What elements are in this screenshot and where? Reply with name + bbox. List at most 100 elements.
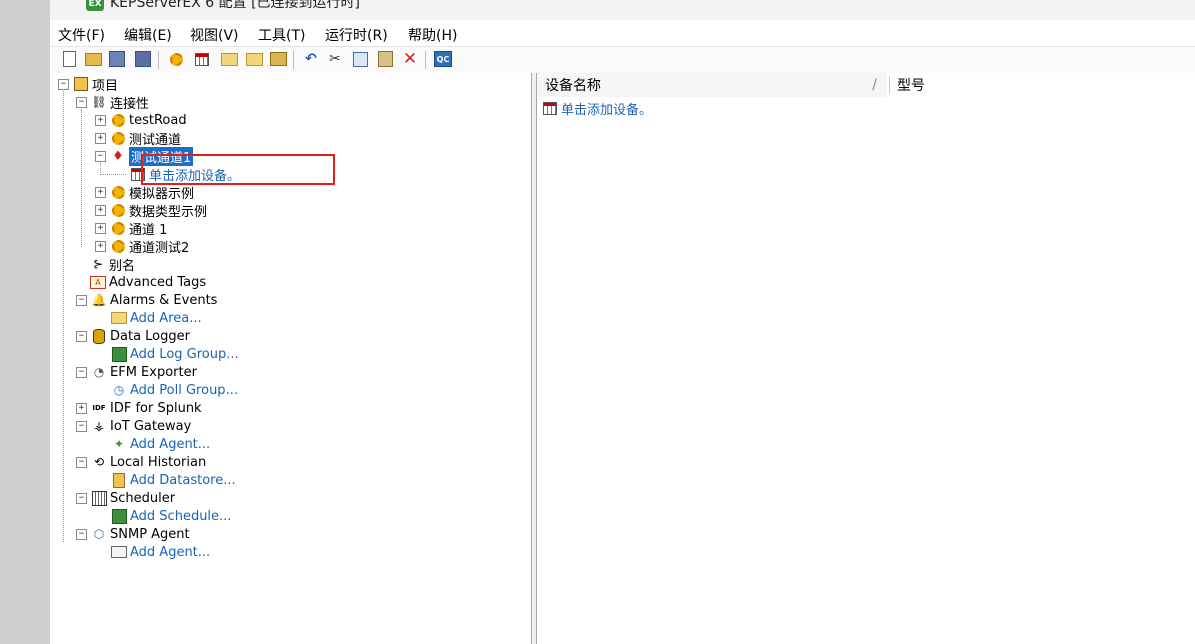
menu-help[interactable]: 帮助(H) [408, 25, 457, 45]
new-project-button[interactable] [60, 50, 78, 68]
log-group-icon [111, 346, 127, 362]
expand-icon[interactable]: + [95, 240, 106, 252]
menu-tools[interactable]: 工具(T) [258, 25, 305, 45]
tree-aliases[interactable]: ⊱ 别名 [90, 255, 135, 274]
collapse-icon[interactable]: − [76, 528, 87, 540]
channel-warning-icon: ♦ [112, 148, 124, 164]
clock-gauge-icon: ◔ [93, 365, 105, 379]
alias-icon: ⊱ [92, 257, 104, 271]
tree-channel-testroad[interactable]: + testRoad [95, 111, 187, 129]
toolbar-separator [158, 51, 159, 69]
tree-efm-exporter[interactable]: − ◔ EFM Exporter [76, 363, 197, 381]
tree-scheduler[interactable]: − Scheduler [76, 489, 175, 507]
expand-icon[interactable]: + [95, 132, 106, 144]
delete-icon: ✕ [402, 48, 418, 69]
kepserver-app-icon: EX [86, 0, 104, 11]
undo-icon: ↶ [305, 51, 317, 67]
channel-gear-icon [110, 112, 126, 128]
open-project-button[interactable] [84, 50, 102, 68]
schedule-icon [111, 508, 127, 524]
tree-channel-test2[interactable]: + 通道测试2 [95, 237, 189, 256]
channel-gear-icon [110, 238, 126, 254]
collapse-icon[interactable]: − [76, 420, 87, 432]
history-clock-icon: ⟲ [93, 455, 105, 469]
window-title: KEPServerEX 6 配置 [已连接到运行时] [110, 0, 360, 11]
red-highlight-annotation [141, 154, 335, 185]
tree-connector [63, 91, 64, 542]
expand-icon[interactable]: + [95, 114, 106, 126]
column-header-model[interactable]: 型号 [891, 73, 1195, 97]
new-tag-button[interactable] [245, 50, 263, 68]
desktop-background [0, 0, 50, 644]
tree-advanced-tags[interactable]: A Advanced Tags [90, 273, 206, 291]
collapse-icon[interactable]: − [58, 78, 69, 90]
tree-connector [101, 174, 126, 175]
properties-button[interactable] [269, 50, 287, 68]
new-tag-group-button[interactable] [220, 50, 238, 68]
expand-icon[interactable]: + [95, 186, 106, 198]
undo-button[interactable]: ↶ [302, 50, 320, 68]
new-device-button[interactable] [193, 50, 211, 68]
tree-iot-gateway[interactable]: − ⚶ IoT Gateway [76, 417, 191, 435]
save-icon [109, 51, 125, 67]
channel-gear-icon [110, 184, 126, 200]
expand-icon[interactable]: + [95, 204, 106, 216]
tree-add-agent-snmp[interactable]: Add Agent... [111, 543, 210, 561]
collapse-icon[interactable]: − [76, 96, 87, 108]
app-window: EX KEPServerEX 6 配置 [已连接到运行时] 文件(F) 编辑(E… [50, 0, 1195, 644]
idf-icon: IDF [92, 403, 106, 412]
network-icon: ⚶ [93, 419, 105, 433]
expand-icon[interactable]: + [95, 222, 106, 234]
toolbar: ↶ ✂ ✕ QC [50, 46, 1195, 74]
tree-add-log-group[interactable]: Add Log Group... [111, 345, 239, 363]
delete-button[interactable]: ✕ [401, 50, 419, 68]
quick-client-button[interactable]: QC [434, 50, 452, 68]
tree-channel-datatypes[interactable]: + 数据类型示例 [95, 201, 207, 220]
column-separator [889, 76, 890, 94]
tree-channel-test[interactable]: + 测试通道 [95, 129, 181, 148]
title-bar: EX KEPServerEX 6 配置 [已连接到运行时] [50, 0, 1195, 20]
menu-view[interactable]: 视图(V) [190, 25, 239, 45]
tree-add-schedule[interactable]: Add Schedule... [111, 507, 231, 525]
quick-client-icon: QC [434, 51, 452, 67]
menu-runtime[interactable]: 运行时(R) [325, 25, 388, 45]
tree-data-logger[interactable]: − Data Logger [76, 327, 190, 345]
tree-channel-1[interactable]: + 通道 1 [95, 219, 167, 238]
menu-edit[interactable]: 编辑(E) [124, 25, 172, 45]
tree-add-agent-iot[interactable]: ✦ Add Agent... [111, 435, 210, 453]
tree-connectivity[interactable]: − ⛓ 连接性 [76, 93, 149, 112]
copy-button[interactable] [351, 50, 369, 68]
cut-button[interactable]: ✂ [326, 50, 344, 68]
tree-add-poll-group[interactable]: ◷ Add Poll Group... [111, 381, 238, 399]
collapse-icon[interactable]: − [76, 330, 87, 342]
channel-gear-icon [110, 220, 126, 236]
save-button[interactable] [108, 50, 126, 68]
collapse-icon[interactable]: − [76, 492, 87, 504]
expand-icon[interactable]: + [76, 402, 87, 414]
properties-icon [269, 52, 287, 66]
new-channel-button[interactable] [167, 50, 185, 68]
new-tag-group-icon [220, 52, 238, 66]
collapse-icon[interactable]: − [76, 456, 87, 468]
connectivity-icon: ⛓ [91, 95, 107, 109]
tree-root-project[interactable]: − 项目 [58, 75, 118, 94]
list-add-device[interactable]: 单击添加设备。 [542, 99, 652, 118]
collapse-icon[interactable]: − [76, 294, 87, 306]
collapse-icon[interactable]: − [95, 150, 106, 162]
tree-snmp-agent[interactable]: − ⬡ SNMP Agent [76, 525, 190, 543]
tree-connector [81, 109, 82, 247]
menu-file[interactable]: 文件(F) [58, 25, 105, 45]
tree-channel-simulator[interactable]: + 模拟器示例 [95, 183, 194, 202]
tree-add-datastore[interactable]: Add Datastore... [111, 471, 236, 489]
device-list-pane[interactable]: 设备名称 / 型号 单击添加设备。 [537, 73, 1195, 644]
column-header-device-name[interactable]: 设备名称 / [537, 73, 887, 97]
paste-button[interactable] [376, 50, 394, 68]
collapse-icon[interactable]: − [76, 366, 87, 378]
tree-alarms-events[interactable]: − 🔔 Alarms & Events [76, 291, 217, 309]
tree-add-area[interactable]: Add Area... [111, 309, 202, 327]
save-as-button[interactable] [134, 50, 152, 68]
new-tag-icon [245, 52, 263, 66]
tree-local-historian[interactable]: − ⟲ Local Historian [76, 453, 206, 471]
save-as-icon [135, 51, 151, 67]
tree-idf-splunk[interactable]: + IDF IDF for Splunk [76, 399, 202, 417]
